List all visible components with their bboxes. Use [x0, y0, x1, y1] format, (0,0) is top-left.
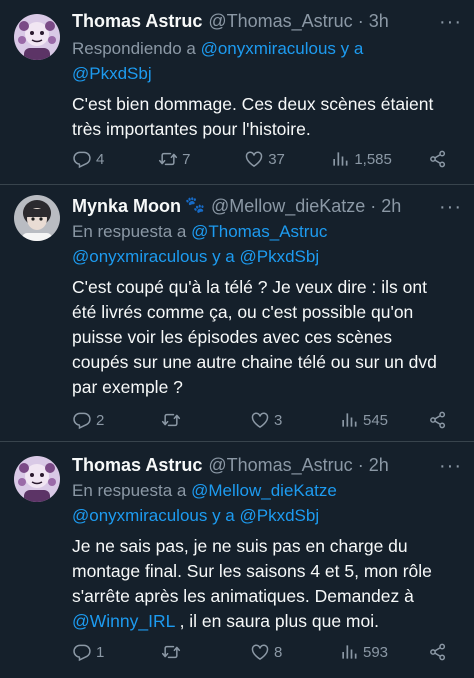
retweet-count: 7	[182, 150, 191, 168]
author-handle[interactable]: @Thomas_Astruc	[208, 452, 352, 478]
reply-prefix: Respondiendo a	[72, 39, 196, 58]
retweet-button[interactable]	[161, 410, 211, 430]
like-icon	[250, 642, 270, 662]
tweet-text-line: montage final. Sur les saisons 4 et 5, m…	[72, 561, 432, 581]
reply-mention-link[interactable]: @PkxdSbj	[72, 64, 152, 83]
retweet-icon	[161, 410, 181, 430]
avatar[interactable]	[14, 14, 60, 60]
retweet-icon	[161, 642, 181, 662]
tweet-text-tail: , il en saura plus que moi.	[174, 611, 379, 631]
tweet-text: Je ne sais pas, je ne suis pas en charge…	[72, 534, 464, 634]
author-handle[interactable]: @Mellow_dieKatze	[211, 193, 365, 219]
tweet[interactable]: Thomas Astruc @Thomas_Astruc · 3h Respon…	[0, 0, 474, 201]
reply-icon	[72, 642, 92, 662]
views-count: 593	[363, 643, 389, 661]
retweet-button[interactable]: 7	[158, 149, 208, 169]
tweet-text-line: très importantes pour l'histoire.	[72, 119, 311, 139]
like-count: 8	[274, 643, 283, 661]
views-count: 545	[363, 411, 389, 429]
separator-dot: ·	[357, 455, 364, 475]
retweet-button[interactable]	[161, 642, 211, 662]
mention-link[interactable]: @Winny_IRL	[72, 611, 175, 631]
tweet[interactable]: Mynka Moon 🐾 @Mellow_dieKatze · 2h En re…	[0, 185, 474, 440]
avatar[interactable]	[14, 456, 60, 502]
separator-dot: ·	[357, 11, 364, 31]
avatar[interactable]	[14, 195, 60, 241]
retweet-icon	[158, 149, 178, 169]
reply-button[interactable]: 2	[72, 410, 122, 430]
share-button[interactable]	[428, 410, 452, 430]
share-icon	[428, 410, 448, 430]
views-button[interactable]: 545	[339, 410, 389, 430]
reply-mention-link[interactable]: @onyxmiraculous y a @PkxdSbj	[72, 247, 319, 266]
views-icon	[339, 642, 359, 662]
reply-mention-link[interactable]: @onyxmiraculous y a	[201, 39, 364, 58]
separator-dot: ·	[370, 196, 377, 216]
tweet-text: C'est bien dommage. Ces deux scènes étai…	[72, 92, 464, 142]
like-count: 37	[268, 150, 285, 168]
views-icon	[339, 410, 359, 430]
author-name[interactable]: Mynka Moon	[72, 193, 181, 219]
tweet-text-line: par exemple ?	[72, 377, 183, 397]
reply-icon	[72, 149, 92, 169]
like-count: 3	[274, 411, 283, 429]
timestamp[interactable]: 3h	[369, 8, 389, 34]
views-icon	[330, 149, 350, 169]
views-button[interactable]: 593	[339, 642, 389, 662]
tweet-text: C'est coupé qu'à la télé ? Je veux dire …	[72, 275, 464, 400]
like-icon	[250, 410, 270, 430]
views-button[interactable]: 1,585	[330, 149, 392, 169]
tweet-text-line: C'est bien dommage. Ces deux scènes étai…	[72, 94, 434, 114]
action-bar: 4 7 37 1,585	[72, 147, 452, 171]
tweet-text-line: C'est coupé qu'à la télé ? Je veux dire …	[72, 277, 427, 297]
reply-prefix: En respuesta a	[72, 222, 187, 241]
author-name[interactable]: Thomas Astruc	[72, 8, 202, 34]
tweet-text-line: @Winny_IRL , il en saura plus que moi.	[72, 609, 464, 634]
reply-button[interactable]: 4	[72, 149, 122, 169]
reply-context: En respuesta a @Mellow_dieKatze @onyxmir…	[72, 478, 464, 528]
paw-icon: 🐾	[185, 197, 205, 214]
share-button[interactable]	[428, 149, 452, 169]
reply-count: 4	[96, 150, 105, 168]
reply-mention-link[interactable]: @onyxmiraculous y a @PkxdSbj	[72, 506, 319, 525]
views-count: 1,585	[354, 150, 392, 168]
reply-count: 2	[96, 411, 105, 429]
like-button[interactable]: 3	[250, 410, 300, 430]
reply-count: 1	[96, 643, 105, 661]
like-icon	[244, 149, 264, 169]
more-options-icon[interactable]: ···	[439, 456, 462, 476]
reply-mention-link[interactable]: @Thomas_Astruc	[191, 222, 327, 241]
action-bar: 2 3 545	[72, 408, 452, 432]
timestamp[interactable]: 2h	[381, 193, 401, 219]
reply-button[interactable]: 1	[72, 642, 122, 662]
tweet[interactable]: Thomas Astruc @Thomas_Astruc · 2h En res…	[0, 442, 474, 678]
tweet-text-line: puisse voir les épisodes avec ces scènes	[72, 327, 393, 347]
reply-prefix: En respuesta a	[72, 481, 187, 500]
tweet-text-line: été livrés comme ça, ou c'est possible q…	[72, 302, 414, 322]
reply-mention-link[interactable]: @Mellow_dieKatze	[191, 481, 337, 500]
share-button[interactable]	[428, 642, 452, 662]
reply-context: En respuesta a @Thomas_Astruc @onyxmirac…	[72, 219, 464, 269]
reply-icon	[72, 410, 92, 430]
action-bar: 1 8 593	[72, 640, 452, 664]
like-button[interactable]: 8	[250, 642, 300, 662]
tweet-text-line: s'arrête après les animatiques. Demandez…	[72, 586, 414, 606]
tweet-text-line: coupés sur une autre chaine télé ou sur …	[72, 352, 437, 372]
tweet-text-line: Je ne sais pas, je ne suis pas en charge…	[72, 536, 408, 556]
more-options-icon[interactable]: ···	[439, 12, 462, 32]
author-name[interactable]: Thomas Astruc	[72, 452, 202, 478]
like-button[interactable]: 37	[244, 149, 294, 169]
timestamp[interactable]: 2h	[369, 452, 389, 478]
reply-context: Respondiendo a @onyxmiraculous y a @Pkxd…	[72, 36, 464, 86]
share-icon	[428, 642, 448, 662]
author-handle[interactable]: @Thomas_Astruc	[208, 8, 352, 34]
share-icon	[428, 149, 448, 169]
more-options-icon[interactable]: ···	[439, 197, 462, 217]
